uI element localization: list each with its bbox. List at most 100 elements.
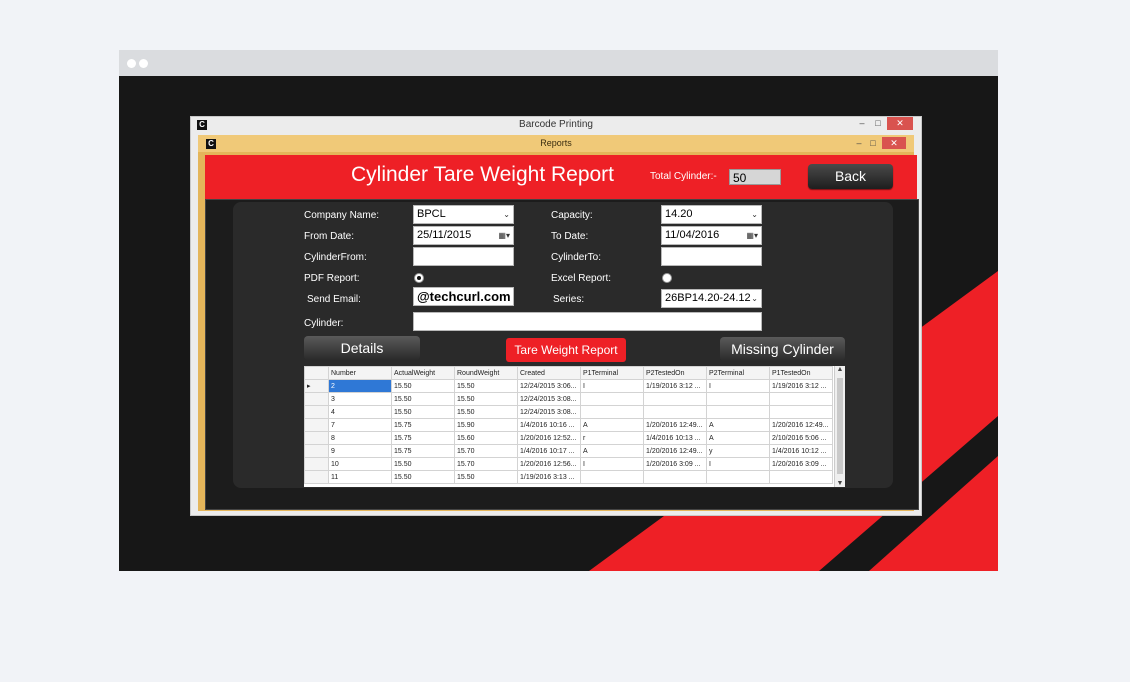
capacity-select[interactable]: 14.20 ⌄ bbox=[661, 205, 762, 224]
table-cell[interactable]: 15.50 bbox=[454, 392, 518, 406]
table-cell[interactable]: 15.50 bbox=[391, 470, 455, 484]
table-row[interactable]: ▸ 2 15.50 15.50 12/24/2015 3:06... I 1/19/2016… bbox=[304, 379, 833, 393]
reports-close-button[interactable]: ✕ bbox=[882, 137, 906, 149]
table-cell[interactable]: 15.70 bbox=[454, 444, 518, 458]
table-cell[interactable]: 1/20/2016 12:56... bbox=[517, 457, 581, 471]
table-row[interactable]: 7 15.75 15.90 1/4/2016 10:16 ... A 1/20/2016 … bbox=[304, 418, 833, 432]
table-cell[interactable]: 1/4/2016 10:17 ... bbox=[517, 444, 581, 458]
total-cylinder-field[interactable]: 50 bbox=[729, 169, 781, 185]
cylinder-to-input[interactable] bbox=[661, 247, 762, 266]
column-header[interactable]: P1Terminal bbox=[580, 366, 644, 380]
excel-report-radio[interactable] bbox=[662, 273, 672, 283]
table-cell[interactable] bbox=[769, 470, 833, 484]
email-input[interactable]: @techcurl.com bbox=[413, 287, 514, 306]
table-cell[interactable] bbox=[580, 405, 644, 419]
table-cell[interactable]: 12/24/2015 3:08... bbox=[517, 405, 581, 419]
company-select[interactable]: BPCL ⌄ bbox=[413, 205, 514, 224]
table-cell[interactable]: 9 bbox=[328, 444, 392, 458]
minimize-button[interactable]: – bbox=[855, 117, 869, 130]
column-header[interactable]: Created bbox=[517, 366, 581, 380]
column-header[interactable]: P2TestedOn bbox=[643, 366, 707, 380]
reports-maximize-button[interactable]: □ bbox=[867, 137, 879, 150]
scroll-thumb[interactable] bbox=[837, 378, 843, 474]
table-cell[interactable]: A bbox=[580, 418, 644, 432]
table-cell[interactable]: 2 bbox=[328, 379, 392, 393]
table-row[interactable]: 10 15.50 15.70 1/20/2016 12:56... I 1/20/2016… bbox=[304, 457, 833, 471]
row-selector[interactable] bbox=[304, 470, 329, 484]
table-cell[interactable]: I bbox=[580, 379, 644, 393]
table-cell[interactable]: 7 bbox=[328, 418, 392, 432]
table-cell[interactable]: I bbox=[706, 379, 770, 393]
table-cell[interactable]: 12/24/2015 3:08... bbox=[517, 392, 581, 406]
series-select[interactable]: 26BP14.20-24.12 ⌄ bbox=[661, 289, 762, 308]
table-cell[interactable]: y bbox=[706, 444, 770, 458]
table-cell[interactable]: r bbox=[580, 431, 644, 445]
row-selector[interactable] bbox=[304, 418, 329, 432]
table-cell[interactable]: 15.75 bbox=[391, 418, 455, 432]
table-cell[interactable]: 1/20/2016 12:52... bbox=[517, 431, 581, 445]
table-cell[interactable]: 1/20/2016 3:09 ... bbox=[643, 457, 707, 471]
table-cell[interactable]: 15.60 bbox=[454, 431, 518, 445]
row-selector[interactable] bbox=[304, 457, 329, 471]
table-cell[interactable] bbox=[580, 470, 644, 484]
table-cell[interactable]: 4 bbox=[328, 405, 392, 419]
table-cell[interactable]: 15.50 bbox=[391, 405, 455, 419]
cylinder-from-input[interactable] bbox=[413, 247, 514, 266]
tare-weight-report-button[interactable]: Tare Weight Report bbox=[506, 338, 626, 362]
pdf-report-radio[interactable] bbox=[414, 273, 424, 283]
column-header[interactable]: ActualWeight bbox=[391, 366, 455, 380]
table-row[interactable]: 8 15.75 15.60 1/20/2016 12:52... r 1/4/2016 1… bbox=[304, 431, 833, 445]
table-cell[interactable] bbox=[706, 392, 770, 406]
row-selector-arrow-icon[interactable]: ▸ bbox=[304, 379, 329, 393]
cylinder-input[interactable] bbox=[413, 312, 762, 331]
table-row[interactable]: 3 15.50 15.50 12/24/2015 3:08... bbox=[304, 392, 833, 406]
details-button[interactable]: Details bbox=[304, 336, 420, 360]
column-header[interactable]: P1TestedOn bbox=[769, 366, 833, 380]
table-cell[interactable] bbox=[643, 405, 707, 419]
column-header[interactable]: Number bbox=[328, 366, 392, 380]
table-cell[interactable]: 1/4/2016 10:13 ... bbox=[643, 431, 707, 445]
table-cell[interactable]: 15.50 bbox=[391, 392, 455, 406]
scroll-up-icon[interactable]: ▲ bbox=[835, 366, 845, 373]
table-cell[interactable] bbox=[643, 392, 707, 406]
grid-scrollbar[interactable]: ▲ ▼ bbox=[834, 366, 845, 487]
column-header[interactable]: RoundWeight bbox=[454, 366, 518, 380]
row-selector[interactable] bbox=[304, 444, 329, 458]
table-cell[interactable]: 8 bbox=[328, 431, 392, 445]
table-cell[interactable]: 15.50 bbox=[454, 405, 518, 419]
table-cell[interactable]: 1/20/2016 12:49... bbox=[643, 444, 707, 458]
table-cell[interactable]: 15.50 bbox=[391, 379, 455, 393]
results-grid[interactable]: Number ActualWeight RoundWeight Created P1Te… bbox=[304, 366, 845, 487]
table-cell[interactable]: 15.70 bbox=[454, 457, 518, 471]
table-cell[interactable]: 1/4/2016 10:16 ... bbox=[517, 418, 581, 432]
table-cell[interactable]: 15.75 bbox=[391, 444, 455, 458]
row-selector[interactable] bbox=[304, 405, 329, 419]
table-cell[interactable]: 1/4/2016 10:12 ... bbox=[769, 444, 833, 458]
table-row[interactable]: 4 15.50 15.50 12/24/2015 3:08... bbox=[304, 405, 833, 419]
maximize-button[interactable]: □ bbox=[871, 117, 885, 130]
table-cell[interactable]: 15.50 bbox=[454, 379, 518, 393]
row-selector[interactable] bbox=[304, 431, 329, 445]
scroll-down-icon[interactable]: ▼ bbox=[835, 480, 845, 487]
table-row[interactable]: 9 15.75 15.70 1/4/2016 10:17 ... A 1/20/2016 … bbox=[304, 444, 833, 458]
missing-cylinder-button[interactable]: Missing Cylinder bbox=[720, 337, 845, 361]
table-cell[interactable]: 15.75 bbox=[391, 431, 455, 445]
from-date-picker[interactable]: 25/11/2015 ▦▾ bbox=[413, 226, 514, 245]
table-row[interactable]: 11 15.50 15.50 1/19/2016 3:13 ... bbox=[304, 470, 833, 484]
table-cell[interactable] bbox=[769, 392, 833, 406]
table-cell[interactable] bbox=[706, 470, 770, 484]
table-cell[interactable]: 1/19/2016 3:12 ... bbox=[643, 379, 707, 393]
table-cell[interactable]: 15.50 bbox=[391, 457, 455, 471]
table-cell[interactable]: 1/19/2016 3:12 ... bbox=[769, 379, 833, 393]
table-cell[interactable] bbox=[580, 392, 644, 406]
table-cell[interactable]: 3 bbox=[328, 392, 392, 406]
back-button[interactable]: Back bbox=[808, 164, 893, 189]
table-cell[interactable]: 2/10/2016 5:06 ... bbox=[769, 431, 833, 445]
reports-minimize-button[interactable]: – bbox=[853, 137, 865, 150]
table-cell[interactable]: 10 bbox=[328, 457, 392, 471]
to-date-picker[interactable]: 11/04/2016 ▦▾ bbox=[661, 226, 762, 245]
table-cell[interactable]: 1/20/2016 12:49... bbox=[769, 418, 833, 432]
table-cell[interactable]: 15.50 bbox=[454, 470, 518, 484]
table-cell[interactable] bbox=[643, 470, 707, 484]
table-cell[interactable]: 1/20/2016 3:09 ... bbox=[769, 457, 833, 471]
